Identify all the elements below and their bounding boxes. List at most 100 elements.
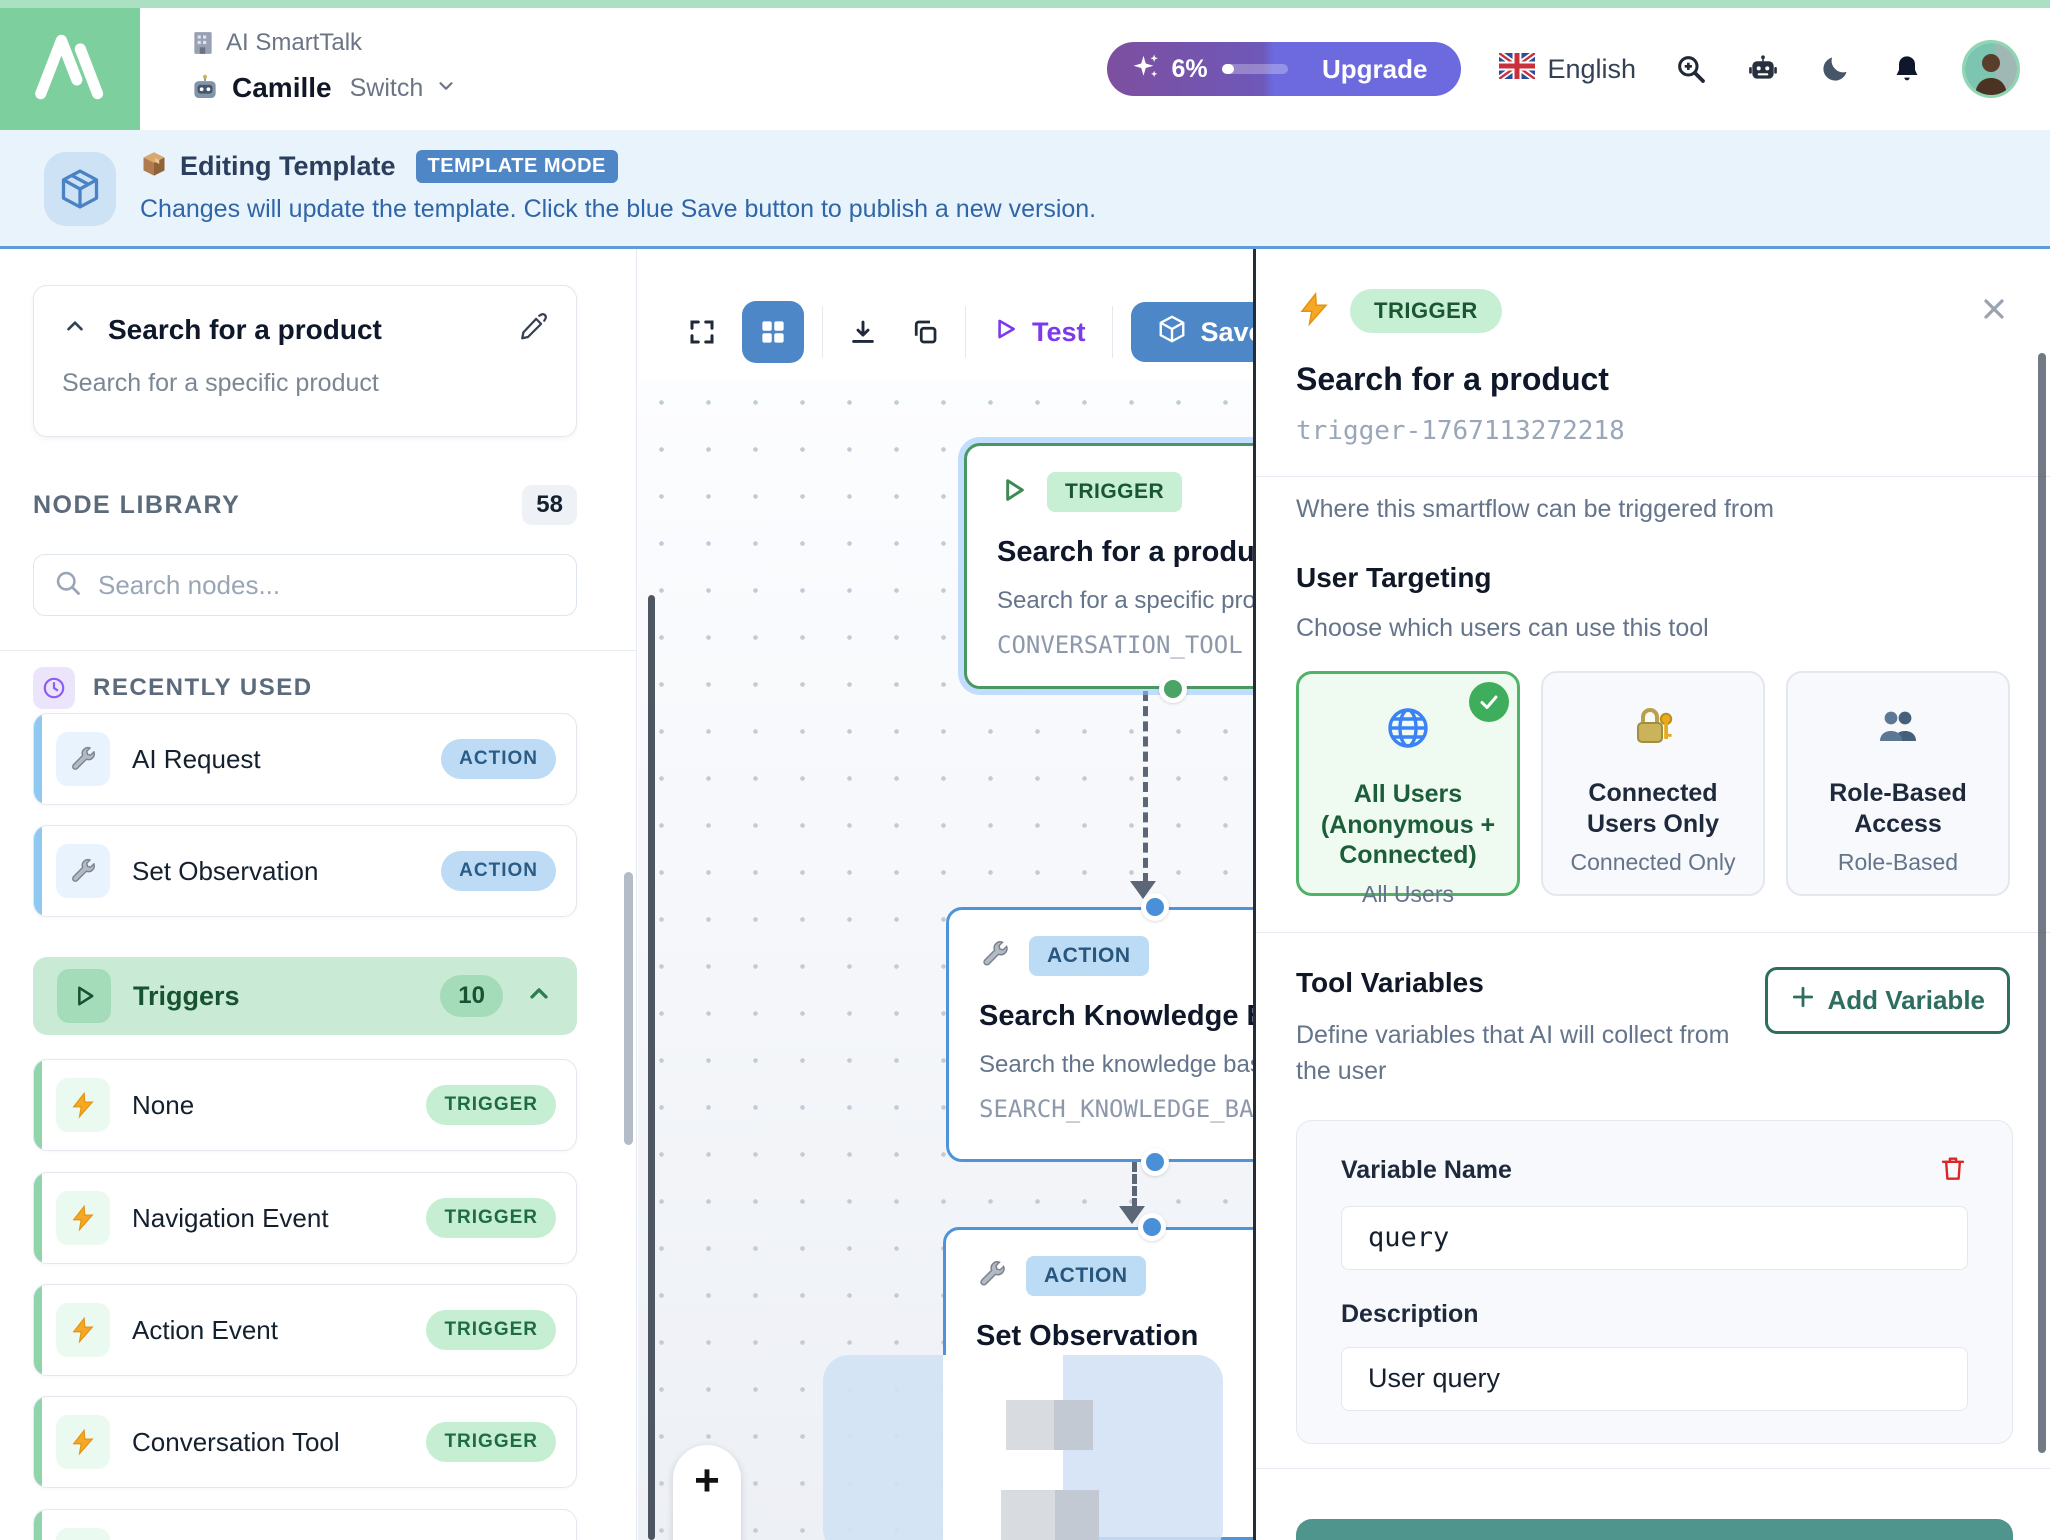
node-title: Set Observation <box>976 1320 1253 1353</box>
lock-key-icon <box>1629 703 1677 756</box>
wrench-icon <box>979 938 1011 975</box>
fullscreen-icon[interactable] <box>680 305 724 359</box>
switch-agent-button[interactable]: Switch <box>350 74 424 103</box>
library-item-set-observation[interactable]: Set Observation ACTION <box>33 825 577 917</box>
selected-node-title: Search for a product <box>108 314 498 346</box>
lightning-icon <box>56 1191 110 1245</box>
sidebar-scrollbar[interactable] <box>624 872 633 1145</box>
flow-canvas[interactable]: TRIGGER Search for a product Search for … <box>638 249 1253 1540</box>
targeting-option-connected-only[interactable]: Connected Users Only Connected Only <box>1541 671 1765 896</box>
divider <box>965 306 966 358</box>
library-item-conversation-tool[interactable]: Conversation Tool TRIGGER <box>33 1396 577 1488</box>
save-flow-button[interactable]: Save <box>1131 302 1253 362</box>
panel-description: Where this smartflow can be triggered fr… <box>1296 495 2010 524</box>
flow-node-search-knowledge-base[interactable]: ACTION Search Knowledge Base Search the … <box>946 907 1253 1162</box>
trigger-badge: TRIGGER <box>426 1310 556 1350</box>
edit-pencil-icon[interactable] <box>518 312 548 347</box>
usage-progress-bar <box>1222 64 1288 74</box>
robot-avatar-icon <box>190 73 220 103</box>
zoom-search-icon[interactable] <box>1674 52 1708 86</box>
test-button[interactable]: Test <box>984 316 1094 349</box>
divider <box>822 306 823 358</box>
ghost-skeleton-block <box>1001 1490 1099 1540</box>
targeting-option-title: All Users (Anonymous + Connected) <box>1313 779 1503 871</box>
variable-name-input[interactable]: query <box>1341 1206 1968 1270</box>
library-item-navigation-event[interactable]: Navigation Event TRIGGER <box>33 1172 577 1264</box>
save-configuration-button[interactable]: Save Configuration <box>1296 1519 2013 1540</box>
library-item-label: Navigation Event <box>132 1203 426 1234</box>
add-variable-button[interactable]: Add Variable <box>1765 967 2011 1034</box>
ghost-skeleton-block <box>1006 1400 1093 1450</box>
panel-title: Search for a product <box>1296 361 2010 398</box>
flow-node-trigger-search-product[interactable]: TRIGGER Search for a product Search for … <box>964 443 1253 689</box>
notifications-bell-icon[interactable] <box>1890 52 1924 86</box>
node-title: Search for a product <box>997 536 1253 569</box>
targeting-option-title: Role-Based Access <box>1802 778 1994 839</box>
language-selector[interactable]: English <box>1499 53 1636 86</box>
targeting-option-all-users[interactable]: All Users (Anonymous + Connected) All Us… <box>1296 671 1520 896</box>
grid-layout-button[interactable] <box>742 301 804 363</box>
play-icon <box>997 474 1029 511</box>
header-actions: 6% Upgrade English <box>1107 8 2020 130</box>
node-input-handle[interactable] <box>1138 1213 1166 1241</box>
delete-variable-trash-icon[interactable] <box>1938 1153 1968 1188</box>
zoom-in-button[interactable]: + <box>694 1459 720 1503</box>
template-mode-banner: Editing Template TEMPLATE MODE Changes w… <box>0 130 2050 249</box>
triggers-count-badge: 10 <box>440 975 503 1017</box>
trigger-badge: TRIGGER <box>426 1422 556 1462</box>
search-nodes-input[interactable]: Search nodes... <box>33 554 577 616</box>
node-input-handle[interactable] <box>1141 893 1169 921</box>
close-icon[interactable] <box>1978 293 2010 330</box>
cube-icon <box>44 152 116 226</box>
library-item-partial[interactable] <box>33 1509 577 1540</box>
edge-connector <box>1143 691 1148 883</box>
node-description: Search for a specific product <box>997 587 1253 615</box>
zoom-out-button[interactable]: − <box>694 1529 720 1540</box>
copy-icon[interactable] <box>903 305 947 359</box>
triggers-group-header[interactable]: Triggers 10 <box>33 957 577 1035</box>
node-output-handle[interactable] <box>1141 1148 1169 1176</box>
variable-description-label: Description <box>1341 1300 1968 1329</box>
library-item-action-event[interactable]: Action Event TRIGGER <box>33 1284 577 1376</box>
uk-flag-icon <box>1499 53 1535 86</box>
node-output-handle[interactable] <box>1159 675 1187 703</box>
library-item-ai-request[interactable]: AI Request ACTION <box>33 713 577 805</box>
library-item-label: Action Event <box>132 1315 426 1346</box>
node-description: Search the knowledge base <box>979 1051 1253 1079</box>
workspace-name: AI SmartTalk <box>226 29 362 57</box>
language-label: English <box>1547 54 1636 85</box>
people-icon <box>1874 703 1922 756</box>
dark-mode-moon-icon[interactable] <box>1818 52 1852 86</box>
canvas-zoom-controls: + − <box>673 1445 741 1540</box>
panel-scrollbar[interactable] <box>2038 353 2046 1453</box>
variable-description-input[interactable]: User query <box>1341 1347 1968 1411</box>
library-item-label: Conversation Tool <box>132 1427 426 1458</box>
action-badge: ACTION <box>441 851 556 891</box>
targeting-option-subtitle: All Users <box>1362 881 1454 908</box>
template-mode-badge: TEMPLATE MODE <box>416 150 618 183</box>
chevron-down-icon[interactable] <box>435 75 457 102</box>
upgrade-button[interactable]: 6% Upgrade <box>1107 42 1461 96</box>
user-avatar[interactable] <box>1962 40 2020 98</box>
selected-node-card[interactable]: Search for a product Search for a specif… <box>33 285 577 437</box>
canvas-grid[interactable]: TRIGGER Search for a product Search for … <box>638 379 1253 1540</box>
chatbot-icon[interactable] <box>1746 52 1780 86</box>
download-icon[interactable] <box>841 305 885 359</box>
trigger-config-panel: TRIGGER Search for a product trigger-176… <box>1253 249 2050 1540</box>
panel-resize-handle[interactable] <box>648 595 655 1540</box>
library-item-none[interactable]: None TRIGGER <box>33 1059 577 1151</box>
node-library-heading: NODE LIBRARY <box>33 491 522 520</box>
collapse-chevron-icon[interactable] <box>62 314 88 345</box>
banner-subtitle: Changes will update the template. Click … <box>140 195 1096 224</box>
app-logo[interactable] <box>0 8 140 130</box>
cube-icon <box>1157 314 1187 351</box>
node-library-sidebar: Search for a product Search for a specif… <box>0 249 637 1540</box>
workspace-title-block: AI SmartTalk Camille Switch <box>190 22 457 112</box>
chevron-up-icon[interactable] <box>525 980 553 1013</box>
variable-card: Variable Name query Description User que… <box>1296 1120 2013 1444</box>
targeting-option-role-based[interactable]: Role-Based Access Role-Based <box>1786 671 2010 896</box>
search-icon <box>54 569 82 602</box>
panel-trigger-badge: TRIGGER <box>1350 289 1502 333</box>
node-action-badge: ACTION <box>1026 1256 1146 1296</box>
top-accent-strip <box>0 0 2050 8</box>
